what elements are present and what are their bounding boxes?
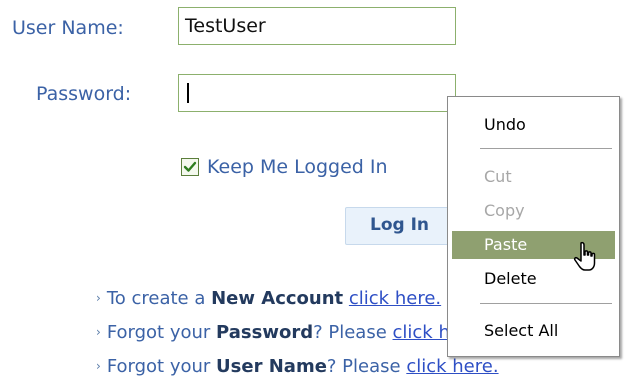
text-caret xyxy=(187,83,189,103)
help-line-new-account: › To create a New Account click here. xyxy=(96,287,441,312)
help-bold: Password xyxy=(216,322,314,343)
username-input[interactable]: TestUser xyxy=(178,7,456,45)
help-prefix: Forgot your xyxy=(106,356,217,377)
help-middle: ? Please xyxy=(326,356,407,377)
menu-item-copy: Copy xyxy=(484,201,525,220)
help-middle: ? Please xyxy=(313,322,393,343)
login-form-screen: User Name: TestUser Password: Keep Me Lo… xyxy=(0,0,628,387)
password-input[interactable] xyxy=(178,74,456,112)
help-prefix: Forgot your xyxy=(106,322,217,343)
forgot-username-link[interactable]: click here. xyxy=(406,356,498,377)
keep-logged-in-checkbox[interactable] xyxy=(181,158,199,176)
help-line-forgot-username: › Forgot your User Name? Please click her… xyxy=(96,355,499,380)
help-line-forgot-password: › Forgot your Password? Please click here… xyxy=(96,321,485,346)
bullet-icon: › xyxy=(96,325,101,339)
context-menu: Undo Cut Copy Paste Delete Select All xyxy=(447,96,620,357)
password-label: Password: xyxy=(36,83,132,105)
menu-item-select-all[interactable]: Select All xyxy=(452,317,615,345)
menu-separator xyxy=(480,148,612,150)
username-label: User Name: xyxy=(12,17,124,39)
menu-item-cut: Cut xyxy=(484,167,512,186)
new-account-link[interactable]: click here. xyxy=(349,288,441,309)
keep-logged-in-label[interactable]: Keep Me Logged In xyxy=(207,155,388,179)
checkmark-icon xyxy=(183,161,197,172)
menu-separator xyxy=(480,303,612,305)
menu-item-undo[interactable]: Undo xyxy=(452,111,615,139)
mouse-pointer-icon xyxy=(573,241,596,271)
help-bold: New Account xyxy=(211,288,344,309)
bullet-icon: › xyxy=(96,359,101,373)
help-prefix: To create a xyxy=(106,288,212,309)
bullet-icon: › xyxy=(96,291,101,305)
help-bold: User Name xyxy=(216,356,327,377)
